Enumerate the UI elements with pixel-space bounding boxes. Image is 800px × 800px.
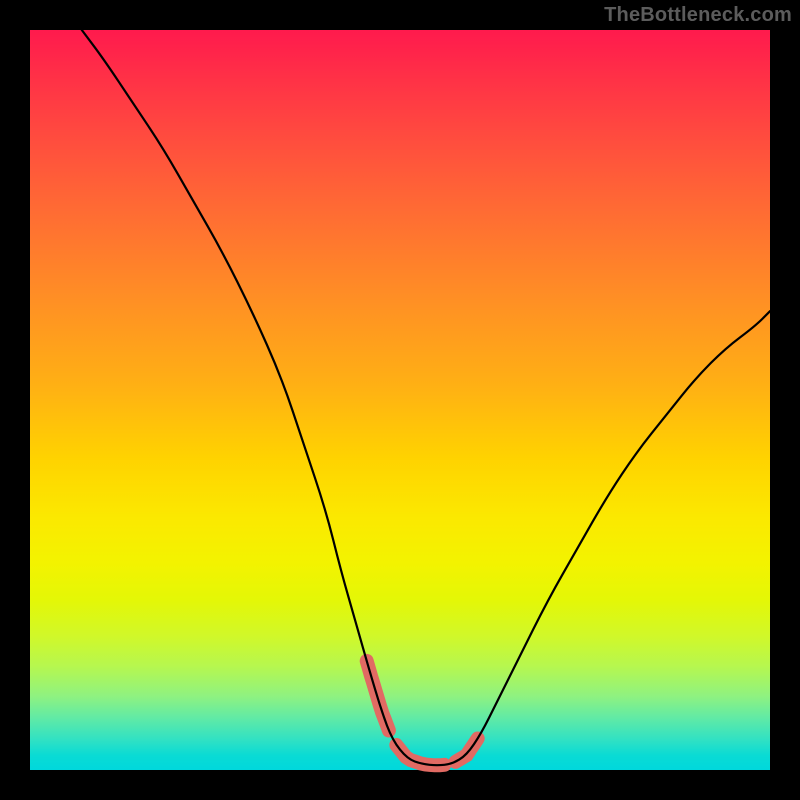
curve-layer: [30, 30, 770, 770]
plot-area: [30, 30, 770, 770]
watermark-text: TheBottleneck.com: [604, 4, 792, 27]
bottleneck-curve: [82, 30, 770, 765]
chart-frame: TheBottleneck.com: [0, 0, 800, 800]
